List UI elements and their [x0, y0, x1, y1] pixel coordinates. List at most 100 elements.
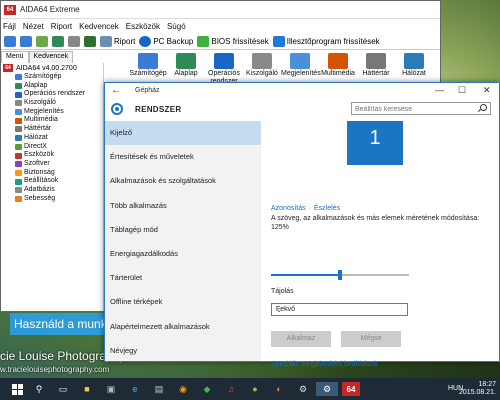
menu-view[interactable]: Nézet — [23, 22, 44, 31]
monitor-tile[interactable]: 1 — [347, 121, 403, 165]
menu-file[interactable]: Fájl — [3, 22, 16, 31]
tree-item[interactable]: Sebesség — [1, 195, 103, 204]
nav-item[interactable]: Névjegy — [105, 339, 261, 363]
tree-item-label: Háttértár — [24, 125, 52, 133]
tree-item[interactable]: Megjelenítés — [1, 108, 103, 117]
user-icon[interactable] — [68, 35, 80, 47]
media-icon[interactable]: ◉ — [174, 382, 192, 396]
aida64-taskbar-icon[interactable]: 64 — [342, 382, 360, 396]
settings-nav: Kijelző Értesítések és műveletek Alkalmazá… — [105, 121, 261, 361]
slider-thumb[interactable] — [338, 270, 342, 280]
menu-tools[interactable]: Eszközök — [126, 22, 160, 31]
advanced-display-link[interactable]: Speciális megjelenítési beállítások — [271, 361, 378, 368]
tree-item[interactable]: Biztonság — [1, 169, 103, 178]
tree-item-icon — [15, 91, 22, 98]
nav-item[interactable]: Alapértelmezett alkalmazások — [105, 315, 261, 339]
orientation-select[interactable]: Fekvő ⌄ — [271, 303, 408, 316]
tree-item[interactable]: Kiszolgáló — [1, 99, 103, 108]
tree-item[interactable]: DirectX — [1, 143, 103, 152]
driver-update-button[interactable]: Illesztőprogram frissítések — [272, 35, 380, 47]
aida-toolbar: Riport PC Backup BIOS frissítések Illesz… — [1, 33, 440, 50]
category-label: Számítógép — [129, 70, 167, 77]
tree-item[interactable]: Szoftver — [1, 160, 103, 169]
report-icon — [100, 35, 112, 47]
maximize-icon[interactable]: ☐ — [458, 85, 466, 96]
tree-item[interactable]: Hálózat — [1, 134, 103, 143]
chevron-down-icon: ⌄ — [276, 307, 282, 314]
detect-link[interactable]: Észlelés — [314, 205, 340, 212]
folder-icon[interactable]: ▤ — [150, 382, 168, 396]
tree-item[interactable]: Operációs rendszer — [1, 90, 103, 99]
tree-item[interactable]: Multimédia — [1, 116, 103, 125]
utility-icon[interactable]: ◆ — [198, 382, 216, 396]
search-icon[interactable] — [480, 104, 487, 111]
aida-logo-icon: 64 — [3, 64, 13, 72]
tree-item-label: Eszközök — [24, 151, 54, 159]
category-icon — [176, 53, 196, 69]
tree-item[interactable]: Eszközök — [1, 151, 103, 160]
settings-titlebar[interactable]: ← Gépház — ☐ ✕ — [105, 83, 499, 99]
tree-item[interactable]: Beállítások — [1, 177, 103, 186]
nav-item[interactable]: Kijelző — [105, 121, 261, 146]
up-arrow-icon[interactable] — [36, 35, 48, 47]
tree-item[interactable]: Alaplap — [1, 82, 103, 91]
nav-item[interactable]: Táblagép mód — [105, 218, 261, 242]
tree-item[interactable]: Adatbázis — [1, 186, 103, 195]
settings-app-icon[interactable]: ⚙ — [294, 382, 312, 396]
tree-item-icon — [15, 83, 22, 90]
category-label: Háttértár — [362, 70, 390, 77]
pc-backup-button[interactable]: PC Backup — [139, 35, 193, 47]
close-icon[interactable]: ✕ — [483, 85, 491, 96]
tree-item-label: Adatbázis — [24, 185, 55, 193]
chart-icon[interactable] — [84, 35, 96, 47]
aida-titlebar[interactable]: 64 AIDA64 Extreme — [1, 1, 440, 19]
gear-icon[interactable]: ⚙ — [316, 382, 338, 396]
cancel-button[interactable]: Mégse — [341, 331, 401, 347]
forward-arrow-icon[interactable] — [20, 35, 32, 47]
task-view-icon[interactable]: ▭ — [54, 382, 72, 396]
nav-item[interactable]: Energiagazdálkodás — [105, 242, 261, 266]
nav-item[interactable]: Értesítések és műveletek — [105, 145, 261, 169]
file-explorer-icon[interactable]: ■ — [78, 382, 96, 396]
nav-item[interactable]: Alkalmazások és szolgáltatások — [105, 169, 261, 193]
menu-favorites[interactable]: Kedvencek — [79, 22, 119, 31]
app-icon[interactable]: ● — [246, 382, 264, 396]
report-button[interactable]: Riport — [100, 35, 135, 47]
tree-item-icon — [15, 117, 22, 124]
back-arrow-icon[interactable] — [4, 35, 16, 47]
edge-icon[interactable]: e — [126, 382, 144, 396]
minimize-icon[interactable]: — — [435, 85, 444, 95]
firefox-icon[interactable]: ◐ — [270, 382, 288, 396]
menu-help[interactable]: Súgó — [167, 22, 186, 31]
tree-root[interactable]: 64 AIDA64 v4.00.2700 — [1, 63, 103, 73]
tree-item[interactable]: Számítógép — [1, 73, 103, 82]
menu-report[interactable]: Riport — [51, 22, 72, 31]
tree-item-icon — [15, 195, 22, 202]
tree-item-label: DirectX — [24, 142, 47, 150]
tab-favorites[interactable]: Kedvencek — [28, 51, 74, 63]
back-arrow-icon[interactable]: ← — [111, 85, 121, 96]
bios-label: BIOS frissítések — [211, 36, 269, 46]
link-separator: · — [308, 205, 311, 212]
nav-item[interactable]: Több alkalmazás — [105, 194, 261, 218]
refresh-icon[interactable] — [52, 35, 64, 47]
tree-item-label: Beállítások — [24, 177, 59, 185]
tab-menu[interactable]: Menü — [1, 51, 29, 63]
music-icon[interactable]: ♫ — [222, 382, 240, 396]
scale-slider[interactable] — [271, 270, 409, 280]
search-input[interactable] — [352, 104, 470, 115]
desktop-banner: Használd a munkahe — [10, 313, 127, 335]
nav-item[interactable]: Tárterület — [105, 266, 261, 290]
tree-item-label: Szoftver — [24, 159, 50, 167]
apply-button[interactable]: Alkalmaz — [271, 331, 331, 347]
aida-tabs: Menü Kedvencek — [1, 51, 104, 63]
nav-item[interactable]: Offline térképek — [105, 290, 261, 314]
bios-update-button[interactable]: BIOS frissítések — [197, 35, 269, 47]
store-icon[interactable]: ▣ — [102, 382, 120, 396]
windows-start-icon[interactable] — [8, 382, 26, 396]
settings-search[interactable] — [351, 102, 491, 115]
tree-item[interactable]: Háttértár — [1, 125, 103, 134]
search-icon[interactable]: ⚲ — [30, 382, 48, 396]
identify-link[interactable]: Azonosítás — [271, 205, 306, 212]
clock[interactable]: 18:27 2015.08.21. — [459, 381, 496, 397]
